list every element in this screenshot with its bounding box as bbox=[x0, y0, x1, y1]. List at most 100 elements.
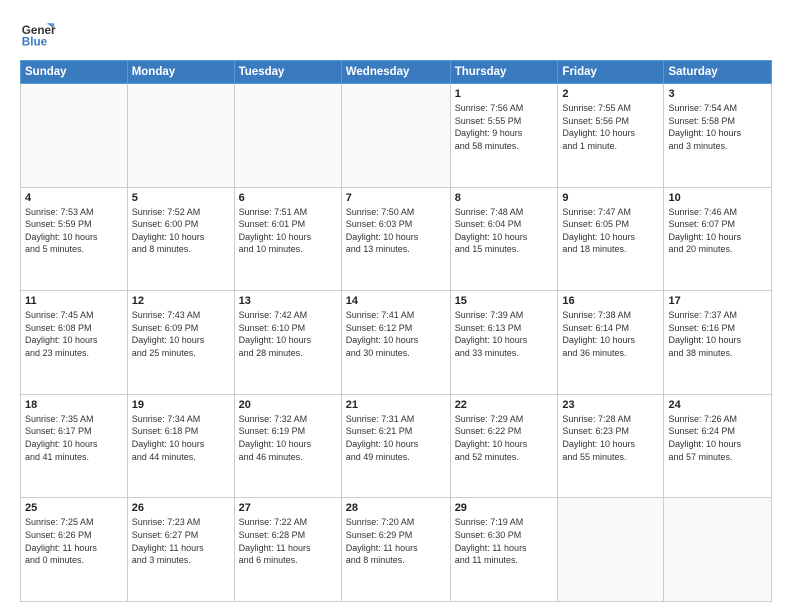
logo-icon: General Blue bbox=[20, 16, 56, 52]
column-headers: Sunday Monday Tuesday Wednesday Thursday… bbox=[21, 61, 772, 84]
day-number: 18 bbox=[25, 399, 123, 411]
day-info: Sunrise: 7:26 AM Sunset: 6:24 PM Dayligh… bbox=[668, 413, 767, 463]
day-number: 25 bbox=[25, 502, 123, 514]
day-number: 23 bbox=[562, 399, 659, 411]
day-number: 12 bbox=[132, 295, 230, 307]
table-row: 1 Sunrise: 7:56 AM Sunset: 5:55 PM Daylig… bbox=[450, 84, 558, 188]
day-info: Sunrise: 7:41 AM Sunset: 6:12 PM Dayligh… bbox=[346, 309, 446, 359]
table-row: 29 Sunrise: 7:19 AM Sunset: 6:30 PM Dayli… bbox=[450, 498, 558, 602]
day-number: 5 bbox=[132, 192, 230, 204]
table-row: 15 Sunrise: 7:39 AM Sunset: 6:13 PM Dayli… bbox=[450, 291, 558, 395]
table-row: 16 Sunrise: 7:38 AM Sunset: 6:14 PM Dayli… bbox=[558, 291, 664, 395]
day-info: Sunrise: 7:50 AM Sunset: 6:03 PM Dayligh… bbox=[346, 206, 446, 256]
day-number: 1 bbox=[455, 88, 554, 100]
day-number: 14 bbox=[346, 295, 446, 307]
day-info: Sunrise: 7:56 AM Sunset: 5:55 PM Dayligh… bbox=[455, 102, 554, 152]
col-wednesday: Wednesday bbox=[341, 61, 450, 84]
day-info: Sunrise: 7:35 AM Sunset: 6:17 PM Dayligh… bbox=[25, 413, 123, 463]
col-saturday: Saturday bbox=[664, 61, 772, 84]
table-row: 14 Sunrise: 7:41 AM Sunset: 6:12 PM Dayli… bbox=[341, 291, 450, 395]
day-info: Sunrise: 7:23 AM Sunset: 6:27 PM Dayligh… bbox=[132, 516, 230, 566]
table-row: 21Sunrise: 7:31 AM Sunset: 6:21 PM Dayli… bbox=[341, 394, 450, 498]
table-row: 13 Sunrise: 7:42 AM Sunset: 6:10 PM Dayli… bbox=[234, 291, 341, 395]
day-number: 16 bbox=[562, 295, 659, 307]
table-row: 22 Sunrise: 7:29 AM Sunset: 6:22 PM Dayli… bbox=[450, 394, 558, 498]
day-info: Sunrise: 7:46 AM Sunset: 6:07 PM Dayligh… bbox=[668, 206, 767, 256]
day-info: Sunrise: 7:54 AM Sunset: 5:58 PM Dayligh… bbox=[668, 102, 767, 152]
day-number: 29 bbox=[455, 502, 554, 514]
day-info: Sunrise: 7:51 AM Sunset: 6:01 PM Dayligh… bbox=[239, 206, 337, 256]
day-info: Sunrise: 7:39 AM Sunset: 6:13 PM Dayligh… bbox=[455, 309, 554, 359]
table-row: 19 Sunrise: 7:34 AM Sunset: 6:18 PM Dayli… bbox=[127, 394, 234, 498]
day-info: Sunrise: 7:55 AM Sunset: 5:56 PM Dayligh… bbox=[562, 102, 659, 152]
table-row: 9Sunrise: 7:47 AM Sunset: 6:05 PM Daylig… bbox=[558, 187, 664, 291]
day-info: Sunrise: 7:34 AM Sunset: 6:18 PM Dayligh… bbox=[132, 413, 230, 463]
day-info: Sunrise: 7:42 AM Sunset: 6:10 PM Dayligh… bbox=[239, 309, 337, 359]
table-row: 27 Sunrise: 7:22 AM Sunset: 6:28 PM Dayli… bbox=[234, 498, 341, 602]
week-row-5: 25 Sunrise: 7:25 AM Sunset: 6:26 PM Dayli… bbox=[21, 498, 772, 602]
table-row: 12 Sunrise: 7:43 AM Sunset: 6:09 PM Dayli… bbox=[127, 291, 234, 395]
col-thursday: Thursday bbox=[450, 61, 558, 84]
table-row bbox=[664, 498, 772, 602]
day-info: Sunrise: 7:28 AM Sunset: 6:23 PM Dayligh… bbox=[562, 413, 659, 463]
day-number: 11 bbox=[25, 295, 123, 307]
day-number: 20 bbox=[239, 399, 337, 411]
day-info: Sunrise: 7:37 AM Sunset: 6:16 PM Dayligh… bbox=[668, 309, 767, 359]
page: General Blue Sunday Monday Tuesday Wedne… bbox=[0, 0, 792, 612]
calendar-table: Sunday Monday Tuesday Wednesday Thursday… bbox=[20, 60, 772, 602]
col-friday: Friday bbox=[558, 61, 664, 84]
col-sunday: Sunday bbox=[21, 61, 128, 84]
day-info: Sunrise: 7:52 AM Sunset: 6:00 PM Dayligh… bbox=[132, 206, 230, 256]
day-number: 22 bbox=[455, 399, 554, 411]
table-row: 8Sunrise: 7:48 AM Sunset: 6:04 PM Daylig… bbox=[450, 187, 558, 291]
table-row bbox=[21, 84, 128, 188]
day-number: 9 bbox=[562, 192, 659, 204]
day-info: Sunrise: 7:22 AM Sunset: 6:28 PM Dayligh… bbox=[239, 516, 337, 566]
table-row: 11 Sunrise: 7:45 AM Sunset: 6:08 PM Dayli… bbox=[21, 291, 128, 395]
day-info: Sunrise: 7:29 AM Sunset: 6:22 PM Dayligh… bbox=[455, 413, 554, 463]
table-row bbox=[558, 498, 664, 602]
table-row: 7 Sunrise: 7:50 AM Sunset: 6:03 PM Daylig… bbox=[341, 187, 450, 291]
day-number: 3 bbox=[668, 88, 767, 100]
day-number: 13 bbox=[239, 295, 337, 307]
day-info: Sunrise: 7:20 AM Sunset: 6:29 PM Dayligh… bbox=[346, 516, 446, 566]
day-number: 8 bbox=[455, 192, 554, 204]
table-row: 25 Sunrise: 7:25 AM Sunset: 6:26 PM Dayli… bbox=[21, 498, 128, 602]
day-number: 19 bbox=[132, 399, 230, 411]
table-row bbox=[341, 84, 450, 188]
week-row-4: 18 Sunrise: 7:35 AM Sunset: 6:17 PM Dayli… bbox=[21, 394, 772, 498]
col-tuesday: Tuesday bbox=[234, 61, 341, 84]
table-row: 18 Sunrise: 7:35 AM Sunset: 6:17 PM Dayli… bbox=[21, 394, 128, 498]
table-row bbox=[127, 84, 234, 188]
svg-text:Blue: Blue bbox=[22, 36, 48, 49]
table-row: 10Sunrise: 7:46 AM Sunset: 6:07 PM Dayli… bbox=[664, 187, 772, 291]
table-row: 23 Sunrise: 7:28 AM Sunset: 6:23 PM Dayli… bbox=[558, 394, 664, 498]
day-number: 15 bbox=[455, 295, 554, 307]
logo: General Blue bbox=[20, 16, 56, 52]
day-info: Sunrise: 7:45 AM Sunset: 6:08 PM Dayligh… bbox=[25, 309, 123, 359]
day-info: Sunrise: 7:53 AM Sunset: 5:59 PM Dayligh… bbox=[25, 206, 123, 256]
day-number: 4 bbox=[25, 192, 123, 204]
week-row-2: 4 Sunrise: 7:53 AM Sunset: 5:59 PM Daylig… bbox=[21, 187, 772, 291]
table-row: 20Sunrise: 7:32 AM Sunset: 6:19 PM Dayli… bbox=[234, 394, 341, 498]
day-number: 28 bbox=[346, 502, 446, 514]
day-number: 26 bbox=[132, 502, 230, 514]
day-number: 7 bbox=[346, 192, 446, 204]
calendar-body: 1 Sunrise: 7:56 AM Sunset: 5:55 PM Daylig… bbox=[21, 84, 772, 602]
day-info: Sunrise: 7:38 AM Sunset: 6:14 PM Dayligh… bbox=[562, 309, 659, 359]
week-row-3: 11 Sunrise: 7:45 AM Sunset: 6:08 PM Dayli… bbox=[21, 291, 772, 395]
table-row bbox=[234, 84, 341, 188]
day-info: Sunrise: 7:25 AM Sunset: 6:26 PM Dayligh… bbox=[25, 516, 123, 566]
day-number: 27 bbox=[239, 502, 337, 514]
table-row: 6 Sunrise: 7:51 AM Sunset: 6:01 PM Daylig… bbox=[234, 187, 341, 291]
table-row: 28 Sunrise: 7:20 AM Sunset: 6:29 PM Dayli… bbox=[341, 498, 450, 602]
day-info: Sunrise: 7:43 AM Sunset: 6:09 PM Dayligh… bbox=[132, 309, 230, 359]
day-number: 21 bbox=[346, 399, 446, 411]
day-number: 17 bbox=[668, 295, 767, 307]
table-row: 2 Sunrise: 7:55 AM Sunset: 5:56 PM Daylig… bbox=[558, 84, 664, 188]
day-number: 6 bbox=[239, 192, 337, 204]
day-number: 2 bbox=[562, 88, 659, 100]
day-info: Sunrise: 7:19 AM Sunset: 6:30 PM Dayligh… bbox=[455, 516, 554, 566]
table-row: 3 Sunrise: 7:54 AM Sunset: 5:58 PM Daylig… bbox=[664, 84, 772, 188]
table-row: 26 Sunrise: 7:23 AM Sunset: 6:27 PM Dayli… bbox=[127, 498, 234, 602]
